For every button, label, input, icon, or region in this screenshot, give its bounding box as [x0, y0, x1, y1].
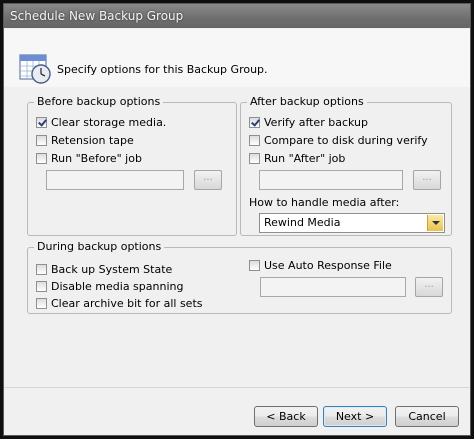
compare-to-disk-label: Compare to disk during verify [264, 134, 428, 147]
clear-archive-bit-checkbox[interactable] [36, 298, 47, 309]
during-backup-group: During backup options Back up System Sta… [27, 240, 452, 314]
back-button[interactable]: < Back [254, 406, 318, 427]
compare-to-disk-checkbox[interactable] [249, 135, 260, 146]
auto-response-browse-button[interactable]: ... [415, 277, 443, 297]
back-up-system-state-checkbox[interactable] [36, 264, 47, 275]
after-backup-group: After backup options Verify after backup… [240, 95, 452, 236]
run-after-job-option[interactable]: Run "After" job [249, 151, 345, 166]
disable-media-spanning-label: Disable media spanning [51, 280, 184, 293]
before-job-browse-button[interactable]: ... [194, 170, 222, 190]
title-bar: Schedule New Backup Group [4, 4, 470, 28]
footer-separator [4, 387, 470, 388]
auto-response-path-input[interactable] [260, 277, 406, 297]
run-before-job-option[interactable]: Run "Before" job [36, 151, 142, 166]
next-button[interactable]: Next > [323, 406, 387, 427]
disable-media-spanning-checkbox[interactable] [36, 281, 47, 292]
clear-storage-media-option[interactable]: Clear storage media. [36, 115, 166, 130]
before-job-path-input[interactable] [46, 170, 184, 190]
after-job-browse-button[interactable]: ... [413, 170, 441, 190]
clear-storage-media-checkbox[interactable] [36, 117, 47, 128]
during-backup-legend: During backup options [34, 240, 165, 253]
calendar-clock-icon [19, 54, 51, 84]
media-handling-select[interactable]: Rewind Media [259, 213, 445, 233]
disable-media-spanning-option[interactable]: Disable media spanning [36, 279, 183, 294]
auto-response-file-checkbox[interactable] [249, 260, 260, 271]
retension-tape-checkbox[interactable] [36, 135, 47, 146]
back-up-system-state-option[interactable]: Back up System State [36, 262, 172, 277]
cancel-button[interactable]: Cancel [395, 406, 459, 427]
compare-to-disk-option[interactable]: Compare to disk during verify [249, 133, 428, 148]
before-backup-legend: Before backup options [34, 95, 164, 108]
after-job-path-input[interactable] [259, 170, 403, 190]
header-text: Specify options for this Backup Group. [57, 63, 268, 76]
after-backup-legend: After backup options [247, 95, 367, 108]
clear-archive-bit-option[interactable]: Clear archive bit for all sets [36, 296, 203, 311]
auto-response-file-label: Use Auto Response File [264, 259, 392, 272]
media-handling-label: How to handle media after: [249, 196, 400, 209]
dialog-window: Schedule New Backup Group Specify option… [3, 3, 471, 436]
retension-tape-label: Retension tape [51, 134, 134, 147]
clear-storage-media-label: Clear storage media. [51, 116, 167, 129]
verify-after-backup-option[interactable]: Verify after backup [249, 115, 368, 130]
run-after-job-label: Run "After" job [264, 152, 346, 165]
auto-response-file-option[interactable]: Use Auto Response File [249, 258, 392, 273]
verify-after-backup-checkbox[interactable] [249, 117, 260, 128]
run-before-job-label: Run "Before" job [51, 152, 142, 165]
before-backup-group: Before backup options Clear storage medi… [27, 95, 237, 236]
run-after-job-checkbox[interactable] [249, 153, 260, 164]
back-up-system-state-label: Back up System State [51, 263, 173, 276]
verify-after-backup-label: Verify after backup [264, 116, 368, 129]
dropdown-arrow-icon[interactable] [427, 215, 443, 231]
run-before-job-checkbox[interactable] [36, 153, 47, 164]
clear-archive-bit-label: Clear archive bit for all sets [51, 297, 203, 310]
retension-tape-option[interactable]: Retension tape [36, 133, 134, 148]
header-panel: Specify options for this Backup Group. [4, 29, 470, 87]
media-handling-value: Rewind Media [264, 216, 341, 229]
